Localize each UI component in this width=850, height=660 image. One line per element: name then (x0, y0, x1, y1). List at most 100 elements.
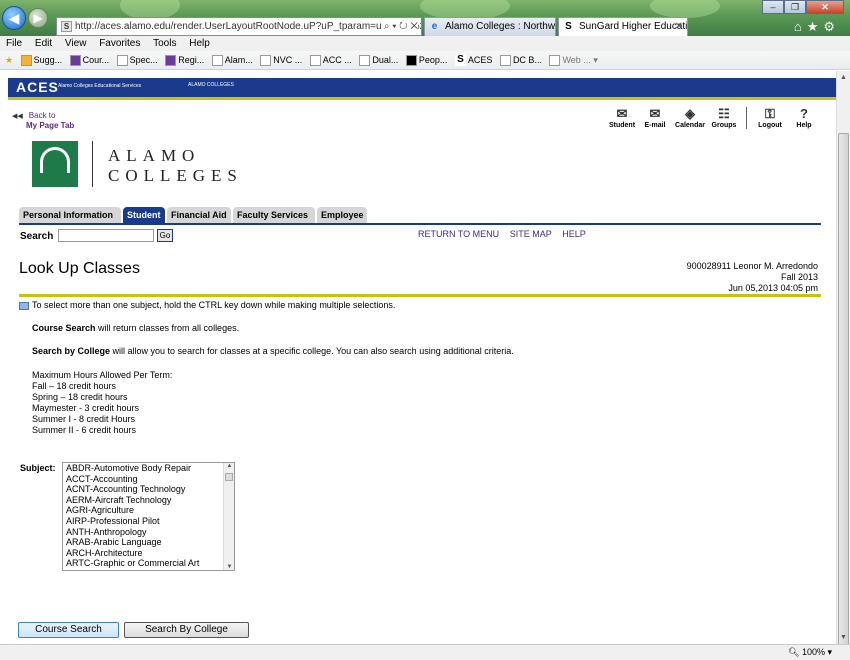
fav-label: Peop... (418, 55, 448, 65)
icon-label: Student (608, 122, 636, 129)
fav-item[interactable]: Cour... (69, 51, 109, 69)
fav-item[interactable]: DC B... (499, 51, 542, 69)
scroll-down-icon[interactable]: ▼ (837, 631, 850, 644)
address-search-refresh-icons[interactable]: ⌕ ▾ ↻ ✕ (380, 18, 418, 35)
groups-link[interactable]: ☷ Groups (710, 105, 738, 129)
fav-item[interactable]: S ACES (454, 51, 492, 69)
scroll-up-icon[interactable]: ▲ (837, 71, 850, 84)
favorites-star-icon[interactable]: ★ (5, 51, 13, 69)
sungard-fav-icon: S (454, 55, 466, 67)
calendar-link[interactable]: ◈ Calendar (672, 105, 708, 129)
address-text: http://aces.alamo.edu/render.UserLayoutR… (75, 21, 421, 32)
alamo-colleges-mark: ALAMO COLLEGES (188, 82, 234, 88)
fav-icon (260, 55, 272, 67)
tab-financial-aid[interactable]: Financial Aid (167, 207, 231, 223)
tab-personal-information[interactable]: Personal Information (19, 207, 121, 223)
student-link[interactable]: ✉ Student (606, 105, 638, 129)
fav-item[interactable]: ACC ... (309, 51, 352, 69)
suggested-sites-icon (20, 55, 32, 67)
subject-option[interactable]: ARTC-Graphic or Commercial Art (63, 558, 234, 569)
fav-label: NVC ... (273, 55, 303, 65)
menu-help[interactable]: Help (189, 36, 210, 51)
subject-option[interactable]: ACCT-Accounting (63, 474, 234, 485)
subject-option[interactable]: ABDR-Automotive Body Repair (63, 463, 234, 474)
subject-select[interactable]: ABDR-Automotive Body Repair ACCT-Account… (62, 462, 235, 571)
close-window-icon[interactable]: ✕ (806, 0, 844, 14)
favorites-star-icon[interactable]: ★ (807, 19, 824, 34)
minimize-icon[interactable]: – (762, 0, 784, 14)
scroll-thumb[interactable] (225, 473, 233, 481)
maximize-icon[interactable]: ❐ (784, 0, 806, 14)
back-arrow-icon: ◀◀ (12, 113, 23, 120)
fav-item[interactable]: Dual... (359, 51, 398, 69)
favorites-bar: ★ Sugg... Cour... Spec... Regi... Alam..… (0, 51, 850, 70)
back-button[interactable]: ◀ (2, 6, 26, 30)
browser-titlebar: ◀ ▶ Shttp://aces.alamo.edu/render.UserLa… (0, 0, 850, 36)
page-scroll-thumb[interactable] (838, 133, 849, 653)
forward-button[interactable]: ▶ (28, 8, 48, 28)
menu-view[interactable]: View (65, 36, 87, 51)
address-bar[interactable]: Shttp://aces.alamo.edu/render.UserLayout… (56, 17, 422, 36)
settings-gear-icon[interactable]: ⚙ (823, 19, 840, 34)
tab-student[interactable]: Student (123, 207, 165, 223)
logout-link[interactable]: ⚿ Logout (754, 105, 786, 129)
tab-sungard[interactable]: S SunGard Higher Education ✕ (558, 17, 688, 36)
site-map-link[interactable]: SITE MAP (510, 229, 552, 239)
go-button[interactable]: Go (157, 229, 173, 242)
fav-item[interactable]: Peop... (405, 51, 448, 69)
subject-option[interactable]: ARCH-Architecture (63, 548, 234, 559)
subject-option[interactable]: AERM-Aircraft Technology (63, 495, 234, 506)
zoom-control[interactable]: 🔍︎ 100% ▾ (788, 645, 832, 660)
tab-employee[interactable]: Employee (317, 207, 367, 223)
fav-icon (499, 55, 511, 67)
status-bar: 🔍︎ 100% ▾ (0, 644, 850, 660)
fav-item[interactable]: Alam... (211, 51, 253, 69)
fav-label: Regi... (178, 55, 205, 65)
help-link[interactable]: ? Help (792, 105, 816, 129)
menu-edit[interactable]: Edit (35, 36, 52, 51)
fav-icon (211, 55, 223, 67)
user-id-name: 900028911 Leonor M. Arredondo (686, 261, 818, 271)
subject-option[interactable]: ARAB-Arabic Language (63, 537, 234, 548)
scroll-up-icon[interactable]: ▲ (224, 463, 234, 469)
sungard-tab-icon: S (565, 21, 572, 32)
fav-item[interactable]: Web ... ▾ (549, 51, 598, 69)
tab-alamo-colleges[interactable]: e Alamo Colleges : Northwest Vi... (424, 17, 556, 36)
fav-item[interactable]: Regi... (165, 51, 205, 69)
tab-label: Alamo Colleges : Northwest Vi... (445, 21, 556, 32)
back-line1: Back to (28, 111, 56, 120)
subject-scrollbar[interactable]: ▲ ▼ (223, 463, 234, 570)
fav-item[interactable]: NVC ... (260, 51, 303, 69)
scroll-down-icon[interactable]: ▼ (224, 564, 234, 570)
tabs-underline (19, 223, 821, 225)
college-search-text: will allow you to search for classes at … (110, 346, 514, 356)
max-hours-line: Fall – 18 credit hours (32, 381, 117, 391)
menu-tools[interactable]: Tools (153, 36, 176, 51)
menu-favorites[interactable]: Favorites (99, 36, 140, 51)
max-hours-line: Summer I - 8 credit Hours (32, 414, 136, 424)
tab-faculty-services[interactable]: Faculty Services (233, 207, 315, 223)
zoom-level: 100% (801, 647, 825, 657)
help-icon: ? (800, 106, 808, 121)
page-scrollbar[interactable]: ▲ ▼ (836, 71, 850, 653)
fav-item[interactable]: Sugg... (20, 51, 62, 69)
fav-item[interactable]: Spec... (116, 51, 158, 69)
email-link[interactable]: ✉ E-mail (640, 105, 670, 129)
subject-option[interactable]: ACNT-Accounting Technology (63, 484, 234, 495)
max-hours-heading: Maximum Hours Allowed Per Term: (32, 370, 173, 380)
return-to-menu-link[interactable]: RETURN TO MENU (418, 229, 499, 239)
subject-option[interactable]: ANTH-Anthropology (63, 527, 234, 538)
course-search-button[interactable]: Course Search (18, 622, 119, 638)
subject-option[interactable]: AGRI-Agriculture (63, 505, 234, 516)
home-icon[interactable]: ⌂ (794, 19, 807, 34)
help-link-text[interactable]: HELP (562, 229, 586, 239)
back-line2: My Page Tab (26, 121, 75, 130)
search-input[interactable] (58, 229, 154, 242)
tab-label: SunGard Higher Education (579, 21, 688, 32)
menu-file[interactable]: File (6, 36, 22, 51)
search-by-college-button[interactable]: Search By College (124, 622, 249, 638)
subject-option[interactable]: AIRP-Professional Pilot (63, 516, 234, 527)
fav-icon (116, 55, 128, 67)
close-tab-icon[interactable]: ✕ (675, 18, 683, 35)
back-to-my-page-link[interactable]: ◀◀ Back to My Page Tab (12, 111, 74, 130)
